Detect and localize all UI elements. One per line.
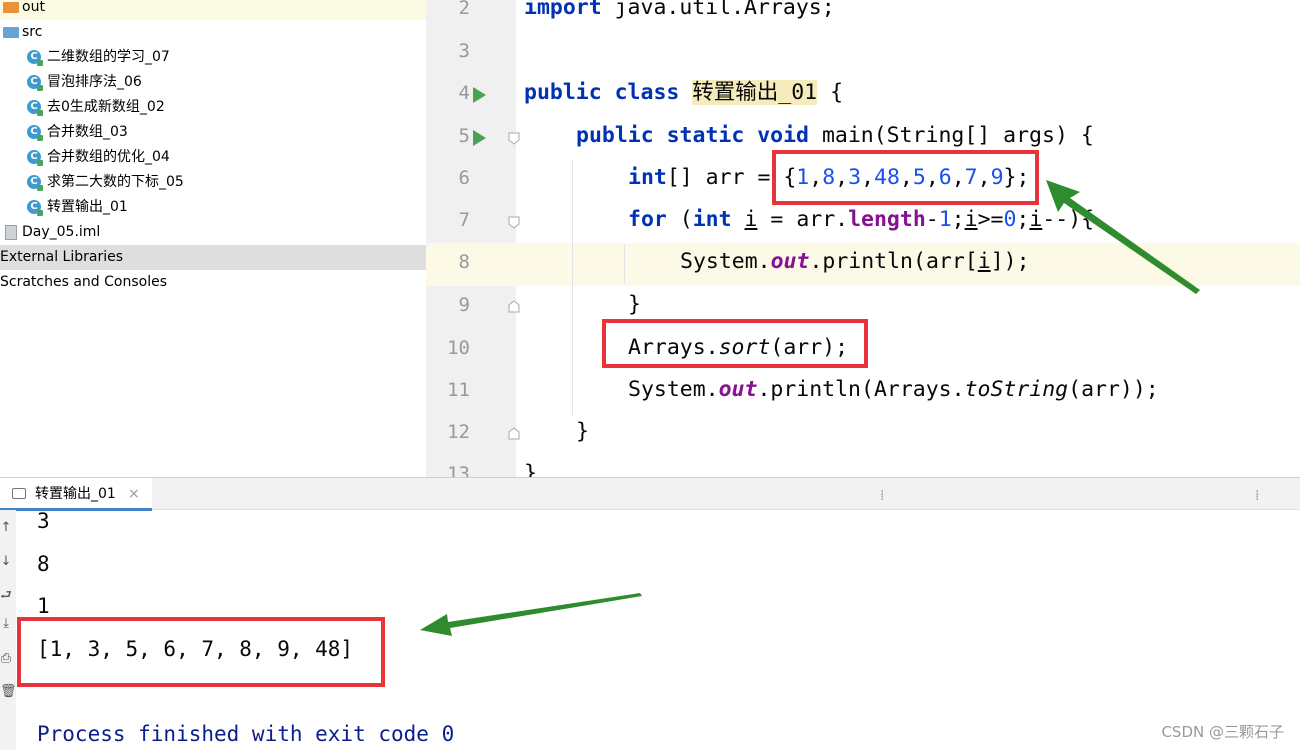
code-text: import java.util.Arrays; (524, 0, 835, 20)
folder-icon (3, 27, 19, 38)
run-toolbar: 转置输出_01 × ⁞ ⁞ (0, 477, 1300, 511)
code-line: 7 for (int i = arr.length-1;i>=0;i--){ (426, 201, 1300, 244)
line-number: 7 (458, 209, 470, 231)
tree-item-src[interactable]: src (0, 20, 426, 45)
indent-guide (624, 244, 625, 284)
tree-item-class[interactable]: C 冒泡排序法_06 (0, 70, 426, 95)
tree-item-out[interactable]: out (0, 0, 426, 20)
run-icon[interactable] (473, 130, 486, 146)
line-number: 8 (458, 251, 470, 273)
run-config-icon (12, 488, 26, 499)
watermark: CSDN @三颗石子 (1161, 723, 1284, 741)
tree-item-label: Day_05.iml (22, 224, 101, 240)
tree-item-class[interactable]: C 二维数组的学习_07 (0, 45, 426, 70)
scroll-to-end-icon[interactable]: ⤓ (0, 616, 12, 631)
tree-item-iml[interactable]: Day_05.iml (0, 220, 426, 245)
tree-item-class[interactable]: C 求第二大数的下标_05 (0, 170, 426, 195)
line-number: 3 (458, 40, 470, 62)
sort-highlight-box (602, 319, 868, 368)
code-line: 4 public class 转置输出_01 { (426, 74, 1300, 117)
console-output-line: 1 (37, 594, 50, 618)
tree-item-label: 二维数组的学习_07 (47, 49, 170, 65)
tree-item-label: src (22, 24, 43, 40)
line-number: 2 (458, 0, 470, 19)
line-number: 9 (458, 294, 470, 316)
java-class-icon: C (27, 100, 43, 116)
code-line-current: 8 System.out.println(arr[i]); (426, 243, 1300, 286)
tree-item-label: 去0生成新数组_02 (47, 99, 165, 115)
line-number: 5 (458, 125, 470, 147)
line-number: 4 (458, 82, 470, 104)
fold-icon[interactable] (507, 215, 521, 229)
tree-item-class[interactable]: C 合并数组的优化_04 (0, 145, 426, 170)
tree-item-scratches[interactable]: Scratches and Consoles (0, 270, 426, 295)
run-panel: 转置输出_01 × ⁞ ⁞ ↑ ↓ ⮐ ⤓ ⎙ 🗑 3 8 1 [1, 3, 5… (0, 477, 1300, 750)
indent-guide (572, 160, 573, 415)
tree-item-label: out (22, 0, 45, 15)
folder-icon (3, 2, 19, 13)
java-class-icon: C (27, 50, 43, 66)
fold-icon[interactable] (507, 300, 521, 314)
up-arrow-icon[interactable]: ↑ (0, 520, 12, 535)
code-line: 12 } (426, 413, 1300, 456)
line-number: 6 (458, 167, 470, 189)
java-class-icon: C (27, 125, 43, 141)
tab-run-config[interactable]: 转置输出_01 × (0, 478, 152, 511)
code-line: 11 System.out.println(Arrays.toString(ar… (426, 371, 1300, 414)
code-line: 3 (426, 32, 1300, 75)
console-output-line: 3 (37, 509, 50, 533)
down-arrow-icon[interactable]: ↓ (0, 554, 12, 569)
output-highlight-box (17, 617, 385, 687)
line-number: 11 (447, 379, 470, 401)
console-toolstrip: ↑ ↓ ⮐ ⤓ ⎙ 🗑 (0, 510, 17, 750)
tree-item-label: 冒泡排序法_06 (47, 74, 142, 90)
code-editor[interactable]: 2 import java.util.Arrays; 3 4 public cl… (426, 0, 1300, 477)
code-line: 13 } (426, 455, 1300, 477)
java-class-icon: C (27, 75, 43, 91)
tree-item-label: 转置输出_01 (47, 199, 128, 215)
tree-item-class[interactable]: C 合并数组_03 (0, 120, 426, 145)
array-highlight-box (772, 150, 1039, 205)
print-icon[interactable]: ⎙ (0, 651, 12, 666)
tree-item-label: External Libraries (0, 249, 123, 265)
java-class-icon: C (27, 175, 43, 191)
line-number: 12 (447, 421, 470, 443)
code-text: } (524, 461, 537, 477)
java-class-icon: C (27, 200, 43, 216)
code-line: 2 import java.util.Arrays; (426, 0, 1300, 32)
console-output-line: 8 (37, 552, 50, 576)
tree-item-class[interactable]: C 转置输出_01 (0, 195, 426, 220)
tree-item-label: Scratches and Consoles (0, 274, 167, 290)
trash-icon[interactable]: 🗑 (0, 684, 17, 699)
split-handle-icon[interactable]: ⁞ (1255, 488, 1259, 504)
fold-icon[interactable] (507, 427, 521, 441)
code-text: } (576, 419, 589, 444)
line-number: 13 (447, 463, 470, 477)
tree-item-label: 求第二大数的下标_05 (47, 174, 184, 190)
code-text: System.out.println(Arrays.toString(arr))… (628, 377, 1159, 402)
project-tree: out src C 二维数组的学习_07 C 冒泡排序法_06 C 去0生成新数… (0, 0, 426, 477)
process-exit-message: Process finished with exit code 0 (37, 722, 455, 746)
code-text: public class 转置输出_01 { (524, 80, 844, 105)
iml-file-icon (5, 225, 17, 240)
tree-item-label: 合并数组的优化_04 (47, 149, 170, 165)
java-class-icon: C (27, 150, 43, 166)
split-handle-icon[interactable]: ⁞ (880, 488, 884, 504)
close-icon[interactable]: × (128, 478, 140, 511)
fold-icon[interactable] (507, 131, 521, 145)
tab-label: 转置输出_01 (35, 486, 116, 502)
run-icon[interactable] (473, 87, 486, 103)
tree-item-class[interactable]: C 去0生成新数组_02 (0, 95, 426, 120)
tree-item-external-libraries[interactable]: External Libraries (0, 245, 426, 270)
tree-item-label: 合并数组_03 (47, 124, 128, 140)
soft-wrap-icon[interactable]: ⮐ (0, 586, 12, 608)
code-text: System.out.println(arr[i]); (680, 249, 1030, 274)
line-number: 10 (447, 337, 470, 359)
